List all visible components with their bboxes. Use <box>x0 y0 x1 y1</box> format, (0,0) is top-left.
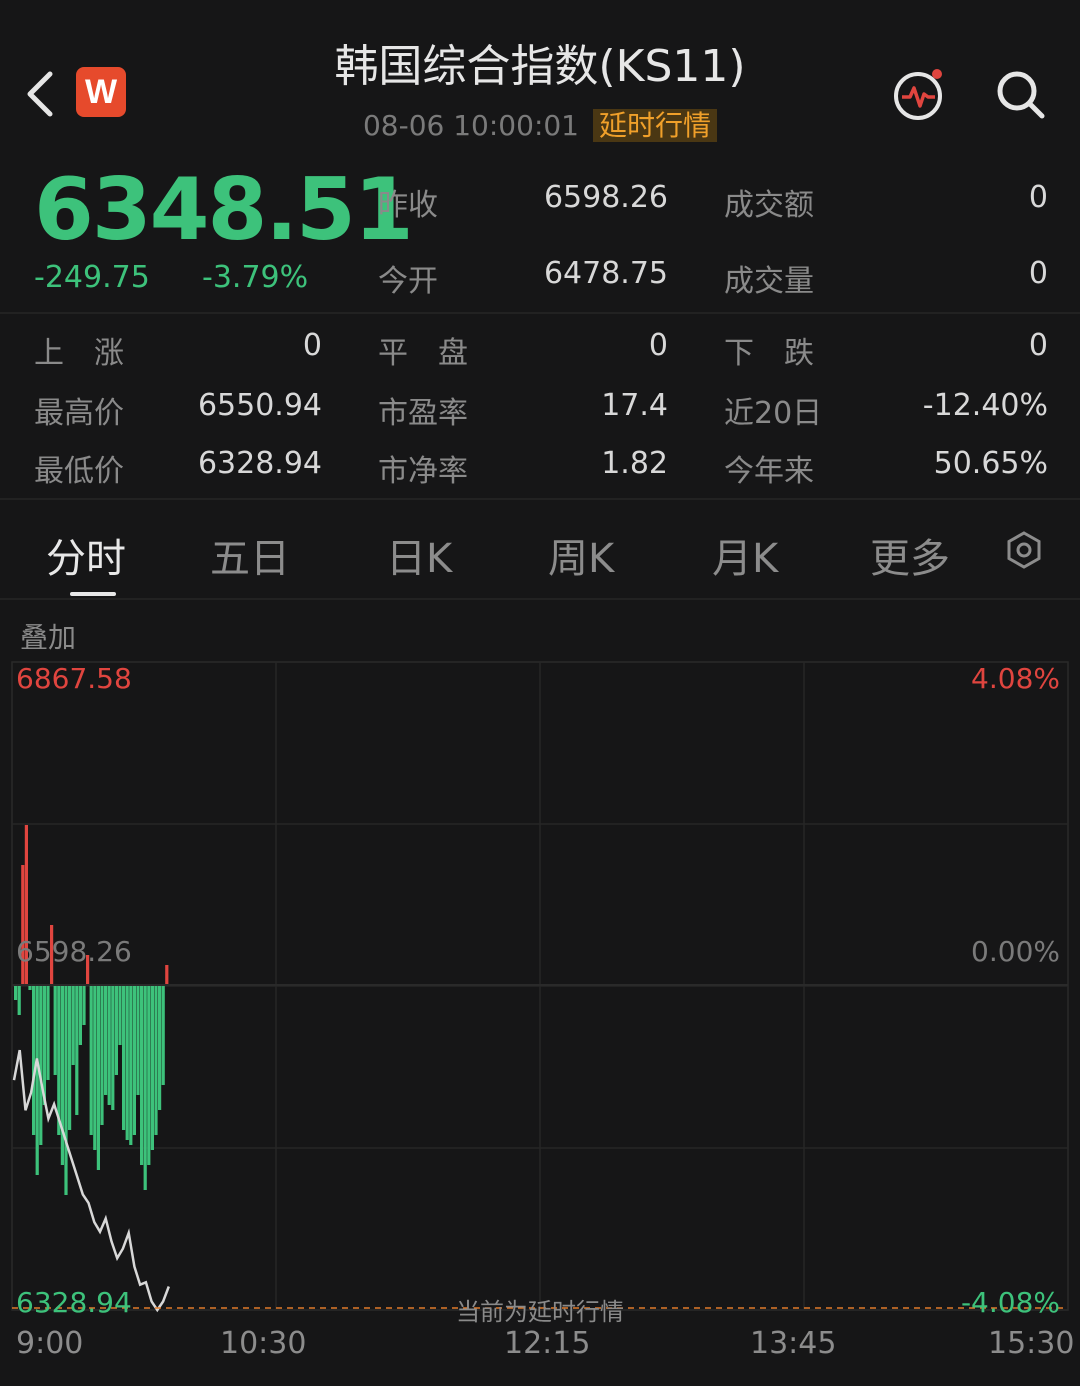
stat-value: 6550.94 <box>197 388 322 423</box>
stat-label: 最低价 <box>34 454 124 489</box>
x-tick-label: 9:00 <box>16 1326 84 1361</box>
volume-bar <box>46 985 50 1080</box>
hexagon-settings-icon[interactable] <box>1004 530 1044 570</box>
volume-bar <box>32 985 36 1135</box>
stat-value: 0 <box>302 328 322 363</box>
volume-bar <box>150 985 154 1150</box>
volume-bar <box>104 985 108 1095</box>
volume-bar <box>140 985 144 1165</box>
volume-bar <box>147 985 151 1165</box>
tab-monthly-k[interactable]: 月K <box>712 526 778 584</box>
price-change: -249.75 <box>34 260 150 295</box>
stat-label: 最高价 <box>34 396 124 431</box>
volume-bar <box>129 985 133 1145</box>
volume-bar <box>154 985 158 1135</box>
volume-bar <box>39 985 43 1145</box>
x-tick-label: 13:45 <box>750 1326 837 1361</box>
y-left-top-label: 6867.58 <box>16 662 132 695</box>
divider <box>0 598 1080 600</box>
x-tick-label: 12:15 <box>504 1326 591 1361</box>
prev-close-label: 昨收 <box>378 188 438 223</box>
volume-bar <box>122 985 126 1130</box>
volume-bar <box>161 985 165 1085</box>
intraday-chart[interactable]: 6867.58 6598.26 6328.94 4.08% 0.00% -4.0… <box>0 640 1080 1326</box>
tab-intraday[interactable]: 分时 <box>46 526 126 584</box>
turnover-value: 0 <box>1028 180 1048 215</box>
x-tick-label: 10:30 <box>220 1326 307 1361</box>
price-change-percent: -3.79% <box>202 260 309 295</box>
volume-bar <box>71 985 75 1065</box>
delay-badge: 延时行情 <box>593 109 718 142</box>
prev-close-value: 6598.26 <box>543 180 668 215</box>
volume-bar <box>93 985 97 1150</box>
stat-value: -12.40% <box>922 388 1048 423</box>
volume-bar <box>64 985 68 1195</box>
volume-bar <box>158 985 162 1110</box>
volume-bar <box>14 985 18 1000</box>
volume-bar <box>118 985 122 1045</box>
volume-bar <box>75 985 79 1115</box>
volume-bar <box>17 985 21 1015</box>
volume-value: 0 <box>1028 256 1048 291</box>
volume-bar <box>143 985 147 1190</box>
volume-bar <box>107 985 111 1105</box>
volume-bar <box>53 985 57 1075</box>
search-icon[interactable] <box>994 68 1048 122</box>
quote-time-line: 08-06 10:00:01 延时行情 <box>240 104 840 144</box>
volume-bar <box>114 985 118 1075</box>
stat-label: 上 涨 <box>34 336 124 371</box>
volume-bar <box>82 985 86 1025</box>
volume-bar <box>78 985 82 1045</box>
stat-value: 1.82 <box>601 446 668 481</box>
volume-bar <box>165 965 169 985</box>
stat-label: 近20日 <box>724 396 823 431</box>
divider <box>0 498 1080 500</box>
stat-value: 17.4 <box>601 388 668 423</box>
volume-bar <box>132 985 136 1135</box>
open-value: 6478.75 <box>543 256 668 291</box>
volume-bar <box>68 985 72 1130</box>
stat-value: 50.65% <box>933 446 1048 481</box>
tab-five-day[interactable]: 五日 <box>210 526 290 584</box>
volume-bar <box>125 985 129 1140</box>
y-right-mid-label: 0.00% <box>971 935 1060 968</box>
volume-bar <box>100 985 104 1125</box>
y-right-top-label: 4.08% <box>971 662 1060 695</box>
tab-weekly-k[interactable]: 周K <box>548 526 614 584</box>
open-label: 今开 <box>378 264 438 299</box>
page-title: 韩国综合指数(KS11) <box>334 41 746 92</box>
stat-label: 市盈率 <box>378 396 468 431</box>
current-price: 6348.51 <box>34 160 414 260</box>
stat-label: 市净率 <box>378 454 468 489</box>
delay-notice: 当前为延时行情 <box>456 1298 624 1326</box>
back-chevron-icon[interactable] <box>22 66 62 122</box>
y-right-bottom-label: -4.08% <box>961 1286 1060 1319</box>
pulse-alert-icon[interactable] <box>890 66 948 124</box>
turnover-label: 成交额 <box>724 188 814 223</box>
stat-label: 下 跌 <box>724 336 814 371</box>
volume-label: 成交量 <box>724 264 814 299</box>
volume-bar <box>60 985 64 1165</box>
stat-value: 0 <box>1028 328 1048 363</box>
quote-datetime: 08-06 10:00:01 <box>362 109 579 142</box>
volume-bar <box>89 985 93 1135</box>
stat-value: 6328.94 <box>197 446 322 481</box>
y-left-mid-label: 6598.26 <box>16 935 132 968</box>
y-left-bottom-label: 6328.94 <box>16 1286 132 1319</box>
tab-more[interactable]: 更多 <box>870 526 950 584</box>
stat-label: 平 盘 <box>378 336 468 371</box>
volume-bar <box>111 985 115 1110</box>
chart-bars <box>14 825 169 1195</box>
divider <box>0 312 1080 314</box>
stat-value: 0 <box>648 328 668 363</box>
volume-bar <box>35 985 39 1175</box>
volume-bar <box>136 985 140 1095</box>
app-logo[interactable]: W <box>76 67 126 117</box>
stat-label: 今年来 <box>724 454 814 489</box>
volume-bar <box>96 985 100 1170</box>
x-tick-label: 15:30 <box>988 1326 1075 1361</box>
active-tab-indicator <box>70 592 116 596</box>
tab-daily-k[interactable]: 日K <box>386 526 452 584</box>
